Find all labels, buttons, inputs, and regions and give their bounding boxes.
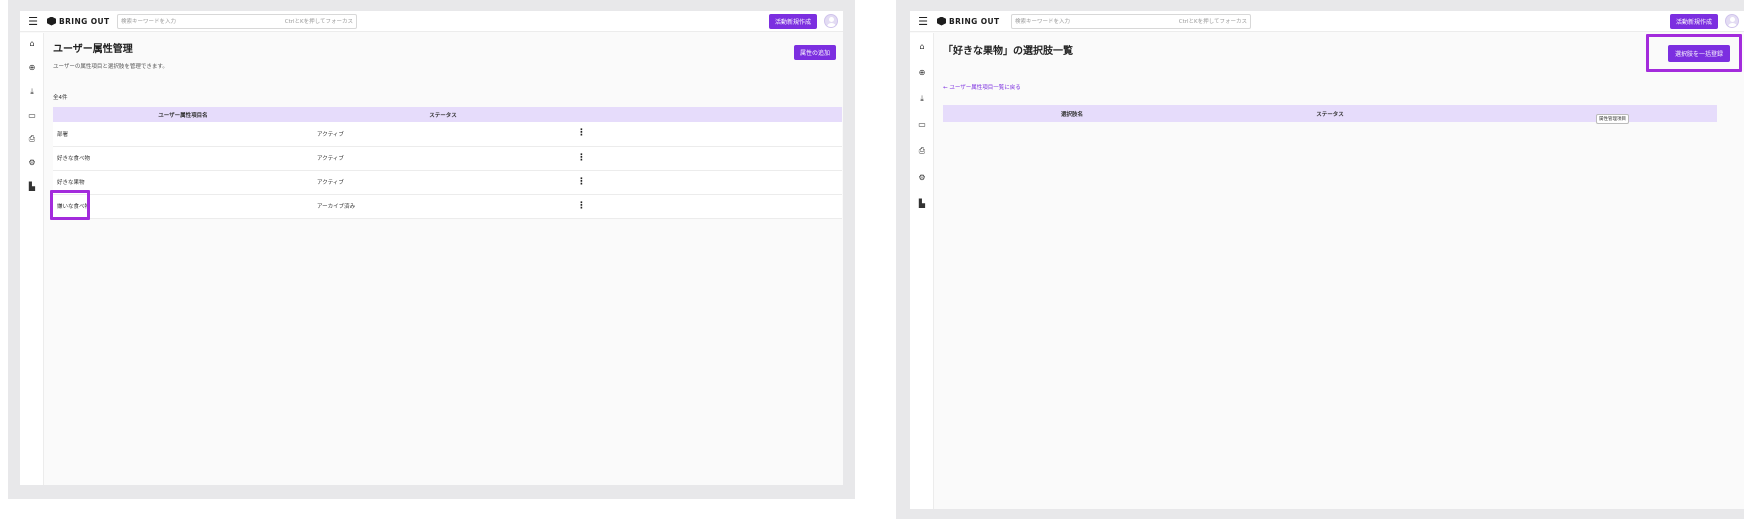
click-highlight-box <box>50 190 90 220</box>
column-header-actions <box>573 107 842 122</box>
attribute-name-link[interactable]: 好きな食べ物 <box>53 146 313 171</box>
left-screen-frame: ☰ BRING OUT 検索キーワードを入力 CtrlとKを押してフォーカス 活… <box>8 0 855 499</box>
column-header-status: ステータス <box>313 107 573 122</box>
search-zoom-icon[interactable]: ⊕ <box>20 63 44 72</box>
menu-icon[interactable]: ☰ <box>20 15 46 28</box>
sidebar: ⌂ ⊕ ⤓ ▭ ⎙ ⚙ ▙ <box>20 33 44 485</box>
column-header-name: ユーザー属性項目名 <box>53 107 313 122</box>
search-input[interactable]: 検索キーワードを入力 CtrlとKを押してフォーカス <box>1011 13 1251 29</box>
search-shortcut-hint: CtrlとKを押してフォーカス <box>284 19 353 25</box>
attribute-status: アクティブ <box>313 122 573 147</box>
main-content: 「好きな果物」の選択肢一覧 ← ユーザー属性項目一覧に戻る 選択肢を一括登録 選… <box>935 33 1744 509</box>
create-activity-button[interactable]: 活動新規作成 <box>768 13 817 29</box>
home-icon[interactable]: ⌂ <box>910 42 934 51</box>
menu-icon[interactable]: ☰ <box>910 15 936 28</box>
click-highlight-box <box>1646 34 1742 72</box>
record-count: 全4件 <box>53 95 68 101</box>
table-row: 部署 アクティブ ⋮ <box>53 122 842 147</box>
right-screen-frame: ☰ BRING OUT 検索キーワードを入力 CtrlとKを押してフォーカス 活… <box>896 0 1744 519</box>
search-placeholder: 検索キーワードを入力 <box>1015 19 1071 25</box>
attribute-status: アクティブ <box>313 146 573 171</box>
top-bar: ☰ BRING OUT 検索キーワードを入力 CtrlとKを押してフォーカス 活… <box>20 11 843 32</box>
search-input[interactable]: 検索キーワードを入力 CtrlとKを押してフォーカス <box>117 13 357 29</box>
table-row: 好きな食べ物 アクティブ ⋮ <box>53 146 842 171</box>
page-title: 「好きな果物」の選択肢一覧 <box>943 46 1073 57</box>
column-header-status: ステータス <box>1201 105 1459 122</box>
building-icon[interactable]: ▙ <box>20 182 44 191</box>
video-icon[interactable]: ▭ <box>20 111 44 120</box>
top-bar: ☰ BRING OUT 検索キーワードを入力 CtrlとKを押してフォーカス 活… <box>910 11 1744 32</box>
download-icon[interactable]: ⤓ <box>20 87 44 97</box>
column-header-choice-name: 選択肢名 <box>943 105 1201 122</box>
attribute-name-link[interactable]: 好きな果物 <box>53 170 313 195</box>
logo-mark-icon <box>937 16 946 26</box>
table-row: 嫌いな食べ物 アーカイブ済み ⋮ <box>53 194 842 219</box>
page-title: ユーザー属性管理 <box>53 44 133 55</box>
table-header-row: ユーザー属性項目名 ステータス <box>53 107 842 122</box>
tooltip: 属性管理項目 <box>1596 114 1629 124</box>
more-options-icon[interactable]: ⋮ <box>577 128 586 138</box>
video-icon[interactable]: ▭ <box>910 120 934 129</box>
search-shortcut-hint: CtrlとKを押してフォーカス <box>1178 19 1247 25</box>
attribute-status: アクティブ <box>313 170 573 195</box>
create-activity-button[interactable]: 活動新規作成 <box>1669 13 1718 29</box>
attribute-status: アーカイブ済み <box>313 194 573 219</box>
app-window-right: ☰ BRING OUT 検索キーワードを入力 CtrlとKを押してフォーカス 活… <box>910 11 1744 509</box>
attribute-table: ユーザー属性項目名 ステータス 部署 アクティブ ⋮ 好きな食べ物 アクティブ … <box>53 107 842 219</box>
home-icon[interactable]: ⌂ <box>20 39 44 48</box>
gear-icon[interactable]: ⚙ <box>20 158 44 167</box>
main-content: ユーザー属性管理 ユーザーの属性項目と選択肢を管理できます。 属性の追加 全4件… <box>45 33 843 485</box>
search-placeholder: 検索キーワードを入力 <box>121 19 177 25</box>
more-options-icon[interactable]: ⋮ <box>577 153 586 163</box>
gear-icon[interactable]: ⚙ <box>910 173 934 182</box>
screenshot-stage: ☰ BRING OUT 検索キーワードを入力 CtrlとKを押してフォーカス 活… <box>0 0 1744 519</box>
badge-icon[interactable]: ⎙ <box>20 134 44 144</box>
badge-icon[interactable]: ⎙ <box>910 146 934 156</box>
logo[interactable]: BRING OUT <box>937 16 1007 26</box>
avatar[interactable] <box>1725 14 1739 28</box>
back-to-list-link[interactable]: ← ユーザー属性項目一覧に戻る <box>943 83 1021 91</box>
add-attribute-button[interactable]: 属性の追加 <box>793 45 836 60</box>
avatar[interactable] <box>824 14 838 28</box>
logo-text: BRING OUT <box>949 16 1000 26</box>
logo-mark-icon <box>47 16 56 26</box>
search-zoom-icon[interactable]: ⊕ <box>910 68 934 77</box>
column-header-actions <box>1459 105 1717 122</box>
logo-text: BRING OUT <box>59 16 110 26</box>
more-options-icon[interactable]: ⋮ <box>577 177 586 187</box>
download-icon[interactable]: ⤓ <box>910 94 934 104</box>
more-options-icon[interactable]: ⋮ <box>577 201 586 211</box>
app-window-left: ☰ BRING OUT 検索キーワードを入力 CtrlとKを押してフォーカス 活… <box>20 11 843 485</box>
table-row: 好きな果物 アクティブ ⋮ <box>53 170 842 195</box>
attribute-name-link[interactable]: 嫌いな食べ物 <box>53 194 313 219</box>
attribute-name-link[interactable]: 部署 <box>53 122 313 147</box>
sidebar: ⌂ ⊕ ⤓ ▭ ⎙ ⚙ ▙ <box>910 33 934 509</box>
page-subtitle: ユーザーの属性項目と選択肢を管理できます。 <box>53 64 168 70</box>
building-icon[interactable]: ▙ <box>910 199 934 208</box>
logo[interactable]: BRING OUT <box>47 16 117 26</box>
